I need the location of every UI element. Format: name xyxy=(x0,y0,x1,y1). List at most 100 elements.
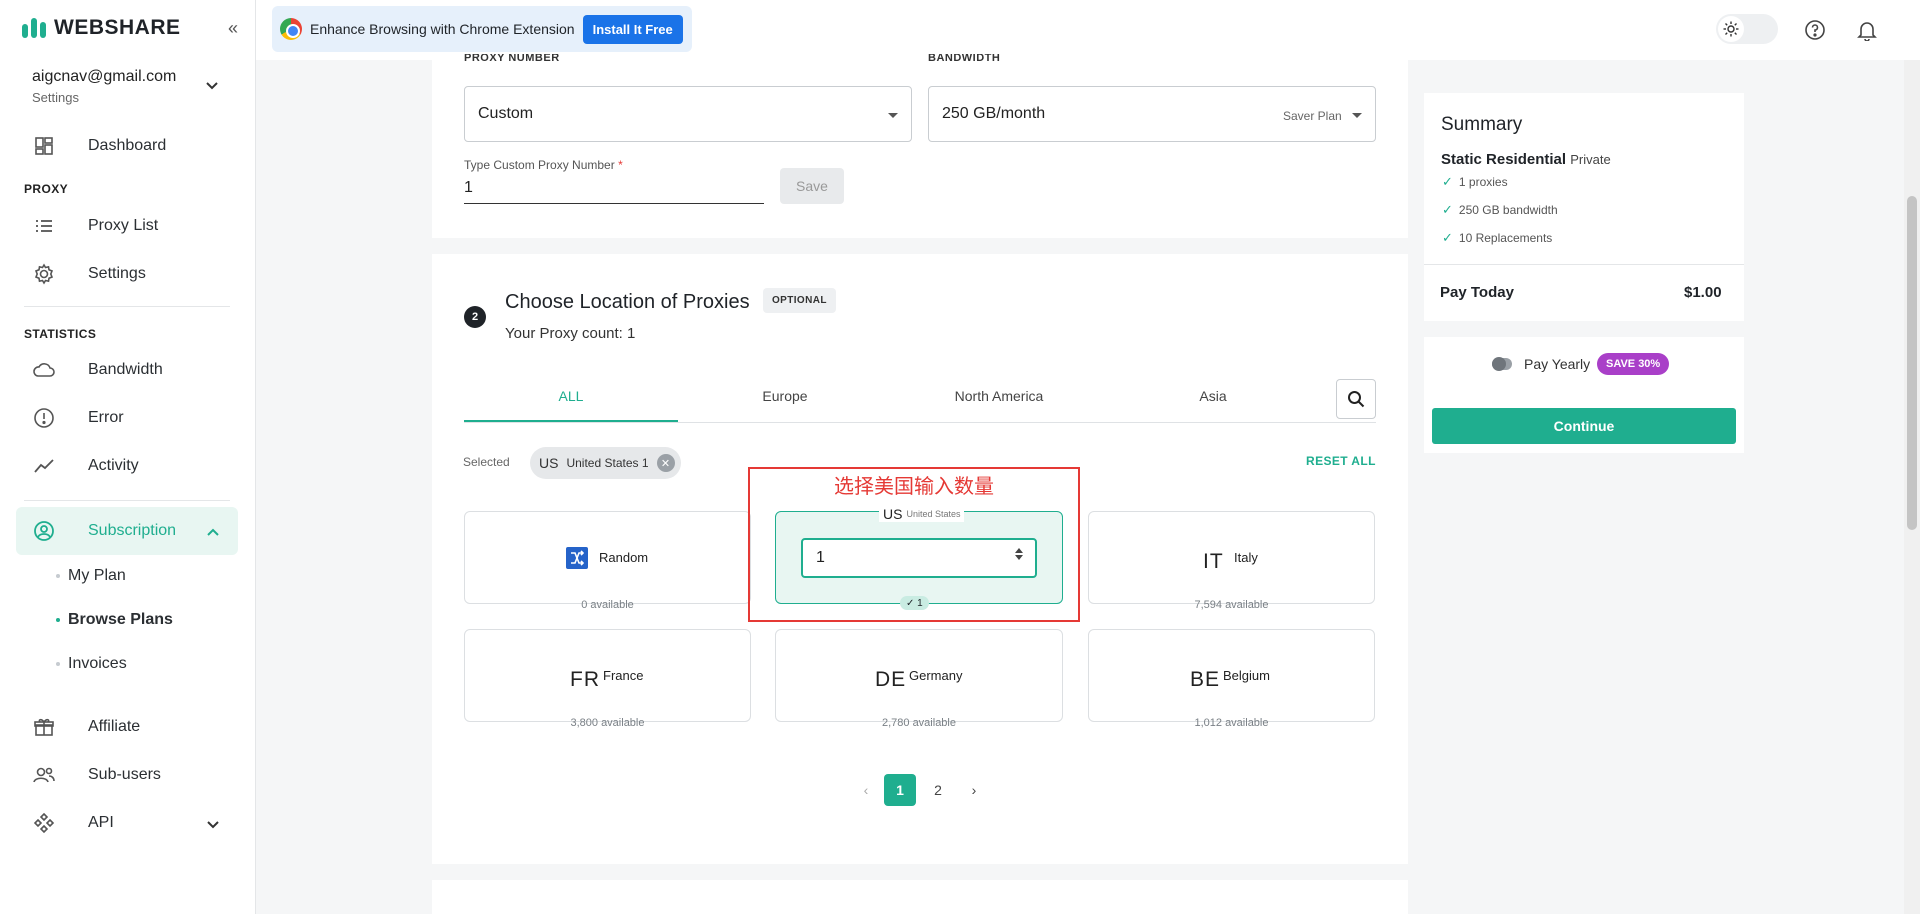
account-subtitle: Settings xyxy=(32,90,79,105)
proxy-number-select[interactable]: Custom xyxy=(464,86,912,142)
caret-down-icon xyxy=(1352,113,1362,118)
help-icon[interactable] xyxy=(1801,16,1829,44)
bandwidth-value: 250 GB/month xyxy=(942,105,1046,122)
pay-today-label: Pay Today xyxy=(1440,284,1514,301)
sidebar-item-api[interactable]: API xyxy=(30,809,114,837)
sidebar-item-subscription[interactable]: Subscription xyxy=(30,517,176,545)
chevron-up-icon[interactable] xyxy=(206,524,220,542)
location-available: 0 available xyxy=(581,599,634,611)
optional-badge: OPTIONAL xyxy=(763,288,836,313)
tab-north-america[interactable]: North America xyxy=(892,388,1106,404)
page-button-1[interactable]: 1 xyxy=(884,774,916,806)
tab-indicator xyxy=(464,420,678,422)
sidebar-subitem-label: My Plan xyxy=(68,567,126,584)
user-circle-icon xyxy=(30,517,58,545)
sidebar-item-label: Error xyxy=(88,409,124,426)
tab-asia[interactable]: Asia xyxy=(1106,388,1320,404)
sidebar-subitem-my-plan[interactable]: My Plan xyxy=(56,567,126,585)
sun-icon xyxy=(1718,16,1744,42)
pay-yearly-label: Pay Yearly xyxy=(1524,356,1591,372)
sidebar-item-label: Subscription xyxy=(88,522,177,539)
sidebar-item-label: Bandwidth xyxy=(88,361,163,378)
location-name: Random xyxy=(599,550,649,565)
continue-button[interactable]: Continue xyxy=(1432,408,1736,444)
sidebar-item-settings[interactable]: Settings xyxy=(30,260,146,288)
collapse-sidebar-icon[interactable]: « xyxy=(228,18,238,39)
sidebar-item-bandwidth[interactable]: Bandwidth xyxy=(30,356,163,384)
selected-chip-us[interactable]: US United States 1 ✕ xyxy=(530,447,681,479)
divider xyxy=(24,500,230,501)
sidebar-item-sub-users[interactable]: Sub-users xyxy=(30,761,161,789)
next-page-button[interactable]: › xyxy=(958,774,990,806)
account-menu[interactable]: aigcnav@gmail.com Settings xyxy=(32,68,176,105)
section-proxy: PROXY xyxy=(24,182,69,196)
logo-icon xyxy=(22,18,46,38)
sidebar-item-proxy-list[interactable]: Proxy List xyxy=(30,212,158,240)
next-section-card xyxy=(432,880,1408,914)
summary-feature: ✓ 250 GB bandwidth xyxy=(1442,202,1558,217)
chevron-down-icon[interactable] xyxy=(205,78,219,94)
location-available: 7,594 available xyxy=(1194,599,1269,611)
bandwidth-plan-name: Saver Plan xyxy=(1283,109,1342,123)
sidebar-item-label: API xyxy=(88,814,114,831)
sidebar-subitem-label: Invoices xyxy=(68,655,127,672)
sidebar-item-error[interactable]: Error xyxy=(30,404,124,432)
scrollbar-thumb[interactable] xyxy=(1907,196,1917,530)
location-card-france[interactable]: FR France 3,800 available xyxy=(464,629,751,729)
location-name: Belgium xyxy=(1223,668,1270,683)
location-code: FR xyxy=(570,668,600,691)
chrome-icon xyxy=(280,18,302,40)
extension-banner: Enhance Browsing with Chrome Extension I… xyxy=(272,6,692,52)
gift-icon xyxy=(30,713,58,741)
bell-icon[interactable] xyxy=(1853,16,1881,44)
sidebar-item-label: Dashboard xyxy=(88,137,167,154)
caret-down-icon xyxy=(888,113,898,118)
proxy-count: Your Proxy count: 1 xyxy=(505,325,636,342)
chevron-down-icon[interactable] xyxy=(206,817,220,835)
check-icon: ✓ xyxy=(1442,202,1453,217)
bandwidth-select[interactable]: 250 GB/month Saver Plan xyxy=(928,86,1376,142)
brand-logo[interactable]: WEBSHARE xyxy=(22,16,181,40)
summary-feature: ✓ 10 Replacements xyxy=(1442,230,1553,245)
sidebar-item-label: Activity xyxy=(88,457,139,474)
theme-toggle[interactable] xyxy=(1716,14,1778,44)
check-icon: ✓ xyxy=(1442,230,1453,245)
location-code: IT xyxy=(1203,550,1224,573)
pay-yearly-toggle[interactable] xyxy=(1492,357,1512,371)
prev-page-button[interactable]: ‹ xyxy=(850,774,882,806)
location-card-belgium[interactable]: BE Belgium 1,012 available xyxy=(1088,629,1375,729)
divider xyxy=(1424,264,1744,265)
sidebar-item-affiliate[interactable]: Affiliate xyxy=(30,713,140,741)
tab-all[interactable]: ALL xyxy=(464,388,678,404)
tab-europe[interactable]: Europe xyxy=(678,388,892,404)
sidebar-subitem-browse-plans[interactable]: Browse Plans xyxy=(56,611,173,629)
location-available: 1,012 available xyxy=(1194,717,1269,729)
summary-title: Summary xyxy=(1441,114,1523,135)
sidebar-item-label: Affiliate xyxy=(88,718,141,735)
gear-icon xyxy=(30,260,58,288)
location-card-random[interactable]: Random 0 available xyxy=(464,511,751,611)
sidebar-item-dashboard[interactable]: Dashboard xyxy=(30,132,166,160)
location-available: 3,800 available xyxy=(570,717,645,729)
selected-label: Selected xyxy=(463,455,510,469)
reset-all-button[interactable]: RESET ALL xyxy=(1306,454,1376,468)
page-scrollbar[interactable] xyxy=(1904,60,1920,914)
sidebar: WEBSHARE « aigcnav@gmail.com Settings Da… xyxy=(0,0,256,914)
sidebar-subitem-invoices[interactable]: Invoices xyxy=(56,655,127,673)
page-button-2[interactable]: 2 xyxy=(922,774,954,806)
search-icon[interactable] xyxy=(1336,379,1376,419)
remove-chip-icon[interactable]: ✕ xyxy=(656,454,675,472)
users-icon xyxy=(30,761,58,789)
save-badge: SAVE 30% xyxy=(1597,353,1670,375)
save-button[interactable]: Save xyxy=(780,168,844,204)
account-email: aigcnav@gmail.com xyxy=(32,68,177,85)
sidebar-item-activity[interactable]: Activity xyxy=(30,452,139,480)
location-name: France xyxy=(603,668,644,683)
cloud-icon xyxy=(30,356,58,384)
custom-proxy-input[interactable]: 1 xyxy=(464,176,764,204)
install-extension-button[interactable]: Install It Free xyxy=(582,14,683,44)
location-card-italy[interactable]: IT Italy 7,594 available xyxy=(1088,511,1375,611)
location-name: Germany xyxy=(909,668,963,683)
proxy-number-label: PROXY NUMBER xyxy=(464,54,560,62)
location-card-germany[interactable]: DE Germany 2,780 available xyxy=(775,629,1063,729)
